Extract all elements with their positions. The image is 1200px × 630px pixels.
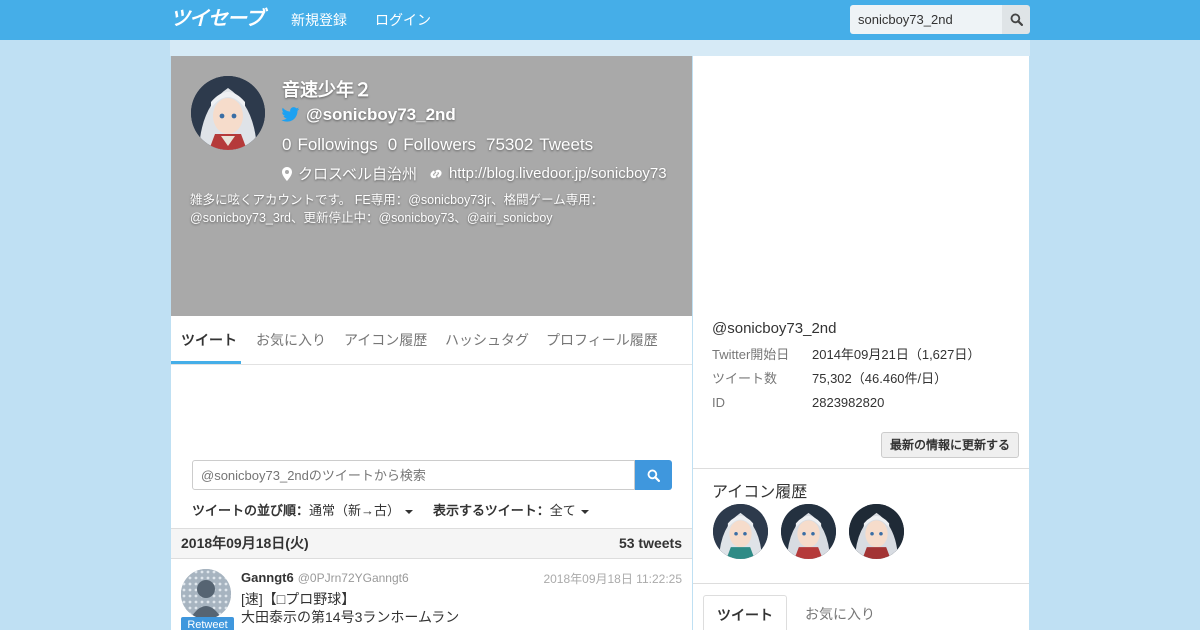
sort-order-label: ツイートの並び順： [192, 503, 310, 518]
sort-order-value: 通常（新→古） [309, 503, 401, 518]
header-search-input[interactable] [850, 5, 1002, 34]
followers-stat[interactable]: 0 Followers [388, 135, 476, 155]
info-key: ID [712, 395, 725, 410]
tweet-text: [速]【□プロ野球】 大田泰示の第14号3ランホームラン [241, 590, 459, 626]
top-navbar: ツイセーブ 新規登録 ログイン [0, 0, 1200, 40]
profile-stats: 0 Followings 0 Followers 75302 Tweets [282, 135, 593, 155]
profile-header: 音速少年２ @sonicboy73_2nd 0 Followings 0 Follo… [171, 56, 692, 316]
tweet-type-label: 表示するツイート： [433, 503, 550, 518]
account-info-table: Twitter開始日 2014年09月21日（1,627日） ツイート数 75,30… [712, 346, 980, 418]
info-value: 2014年09月21日（1,627日） [812, 347, 981, 362]
tab-favorites[interactable]: お気に入り [256, 316, 326, 364]
icon-history-title: アイコン履歴 [712, 484, 808, 501]
caret-down-icon [580, 509, 589, 514]
followings-label: Followings [297, 135, 378, 154]
header-search [850, 5, 1030, 34]
tweet-type-dropdown[interactable]: 表示するツイート：全て [433, 500, 589, 519]
sidebar: @sonicboy73_2nd Twitter開始日 2014年09月21日（1,… [693, 56, 1029, 630]
tweet-text-line: [速]【□プロ野球】 [241, 591, 356, 607]
sidebar-account-handle: @sonicboy73_2nd [712, 320, 837, 337]
tweet-time[interactable]: 2018年09月18日 11:22:25 [543, 570, 682, 587]
map-marker-icon [282, 166, 292, 181]
refresh-info-button[interactable]: 最新の情報に更新する [881, 432, 1019, 458]
date-group-header: 2018年09月18日(火) 53 tweets [171, 528, 692, 559]
tweet-text-line: 大田泰示の第14号3ランホームラン [241, 609, 460, 625]
tweets-stat[interactable]: 75302 Tweets [486, 135, 593, 155]
date-group-date: 2018年09月18日(火) [181, 535, 309, 551]
login-link[interactable]: ログイン [375, 0, 431, 40]
search-icon [1010, 13, 1023, 26]
profile-url[interactable]: http://blog.livedoor.jp/sonicboy73 [449, 165, 667, 182]
followings-count: 0 [282, 135, 292, 154]
icon-history-avatar[interactable] [781, 504, 836, 559]
signup-link[interactable]: 新規登録 [291, 0, 347, 40]
followings-stat[interactable]: 0 Followings [282, 135, 378, 155]
header-search-button[interactable] [1002, 5, 1030, 34]
tweet-search-input[interactable] [192, 460, 635, 490]
profile-tabs: ツイート お気に入り アイコン履歴 ハッシュタグ プロフィール履歴 [171, 316, 692, 365]
main-column: 音速少年２ @sonicboy73_2nd 0 Followings 0 Follo… [171, 56, 692, 630]
info-value: 75,302（46.460件/日） [812, 371, 948, 386]
content-top-strip [170, 40, 1030, 56]
tab-hashtags[interactable]: ハッシュタグ [445, 316, 529, 364]
tab-icon-history[interactable]: アイコン履歴 [344, 316, 427, 364]
profile-location-row: クロスベル自治州 http://blog.livedoor.jp/sonicbo… [282, 163, 667, 184]
tab-profile-history[interactable]: プロフィール履歴 [546, 316, 658, 364]
site-logo[interactable]: ツイセーブ [170, 6, 265, 34]
sidebar-tab-favorites[interactable]: お気に入り [805, 595, 875, 630]
tweet-search [192, 460, 672, 490]
info-value: 2823982820 [812, 395, 885, 410]
profile-handle[interactable]: @sonicboy73_2nd [306, 105, 456, 125]
followers-label: Followers [403, 135, 476, 154]
profile-bio: 雑多に呟くアカウントです。 FE専用：@sonicboy73jr、格闘ゲーム専用… [190, 193, 604, 225]
tweet-screen-name: @0PJrn72YGanngt6 [297, 571, 409, 585]
tweet-item[interactable]: Retweet Ganngt6 @0PJrn72YGanngt6 2018年09月… [171, 559, 692, 630]
tweet-user[interactable]: Ganngt6 @0PJrn72YGanngt6 [241, 570, 409, 585]
tweet-search-button[interactable] [635, 460, 672, 490]
info-key: ツイート数 [712, 371, 778, 386]
date-group-count: 53 tweets [618, 535, 682, 551]
info-key: Twitter開始日 [712, 347, 790, 362]
profile-avatar[interactable] [191, 76, 265, 150]
info-row-id: ID 2823982820 [712, 394, 980, 418]
tab-tweets[interactable]: ツイート [181, 316, 237, 364]
icon-history-avatar[interactable] [713, 504, 768, 559]
sort-order-dropdown[interactable]: ツイートの並び順：通常（新→古） [192, 500, 414, 519]
tweet-filter-row: ツイートの並び順：通常（新→古） 表示するツイート：全て [192, 500, 589, 519]
tweet-type-value: 全て [549, 503, 576, 518]
divider [693, 468, 1029, 469]
tweets-count: 75302 [486, 135, 534, 154]
caret-down-icon [405, 509, 414, 514]
followers-count: 0 [387, 135, 398, 154]
retweet-badge: Retweet [181, 617, 234, 630]
search-icon [647, 469, 660, 482]
link-icon [430, 169, 442, 178]
icon-history-avatar[interactable] [849, 504, 904, 559]
tweet-user-name: Ganngt6 [241, 570, 294, 585]
sidebar-tab-tweets[interactable]: ツイート [703, 595, 787, 630]
divider [693, 583, 1029, 584]
active-tab-indicator [171, 361, 241, 364]
profile-handle-row: @sonicboy73_2nd [281, 105, 456, 125]
tweet-avatar[interactable] [181, 569, 231, 619]
info-row-tweet-count: ツイート数 75,302（46.460件/日） [712, 370, 980, 394]
twitter-bird-icon [281, 107, 300, 122]
info-row-start-date: Twitter開始日 2014年09月21日（1,627日） [712, 346, 980, 370]
profile-location: クロスベル自治州 [298, 166, 417, 183]
profile-name: 音速少年２ [282, 80, 372, 100]
tweets-label: Tweets [539, 135, 594, 154]
